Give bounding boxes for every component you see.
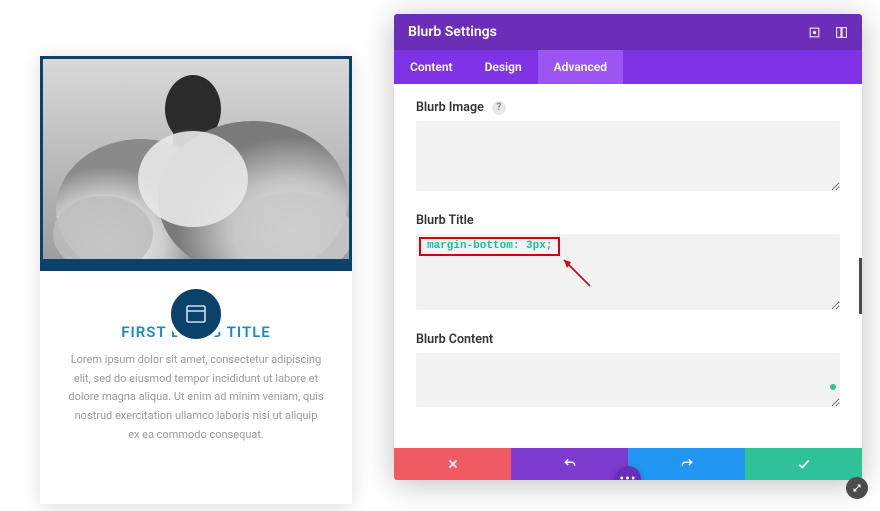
blurb-description: Lorem ipsum dolor sit amet, consectetur …	[68, 351, 324, 444]
panel-title: Blurb Settings	[408, 24, 497, 40]
blurb-image-frame	[40, 56, 352, 259]
field-label-title: Blurb Title	[416, 213, 840, 228]
panel-header[interactable]: Blurb Settings	[394, 14, 862, 50]
blurb-image-input[interactable]	[416, 121, 840, 191]
blurb-title-input[interactable]	[416, 234, 840, 310]
status-dot	[830, 384, 836, 390]
redo-button[interactable]	[628, 448, 745, 480]
field-label-content: Blurb Content	[416, 332, 840, 347]
tab-content[interactable]: Content	[394, 50, 469, 84]
panel-tabs: Content Design Advanced	[394, 50, 862, 84]
undo-button[interactable]	[511, 448, 628, 480]
field-label-title-text: Blurb Title	[416, 213, 474, 228]
close-icon	[446, 457, 460, 471]
scrollbar-thumb[interactable]	[859, 258, 862, 314]
undo-icon	[563, 457, 577, 471]
help-icon[interactable]: ?	[492, 101, 506, 115]
field-label-content-text: Blurb Content	[416, 332, 493, 347]
resize-handle[interactable]	[846, 477, 868, 499]
tab-design[interactable]: Design	[469, 50, 538, 84]
field-label-image: Blurb Image ?	[416, 100, 840, 115]
expand-icon[interactable]	[835, 26, 848, 39]
settings-panel: Blurb Settings Content Design Advanced B…	[394, 14, 862, 480]
resize-icon	[851, 482, 863, 494]
panel-content: Blurb Image ? Blurb Title margin-bottom:…	[394, 84, 862, 448]
window-icon	[167, 285, 225, 343]
save-button[interactable]	[745, 448, 862, 480]
blurb-image	[43, 59, 349, 259]
snap-icon[interactable]	[808, 26, 821, 39]
blurb-card: FIRST BLURB TITLE Lorem ipsum dolor sit …	[40, 56, 352, 504]
blurb-accent-band	[40, 259, 352, 271]
ellipsis-icon: •••	[619, 471, 636, 480]
field-label-image-text: Blurb Image	[416, 100, 484, 115]
cancel-button[interactable]	[394, 448, 511, 480]
tab-advanced[interactable]: Advanced	[538, 50, 623, 84]
check-icon	[797, 457, 811, 471]
blurb-content-input[interactable]	[416, 353, 840, 407]
redo-icon	[680, 457, 694, 471]
